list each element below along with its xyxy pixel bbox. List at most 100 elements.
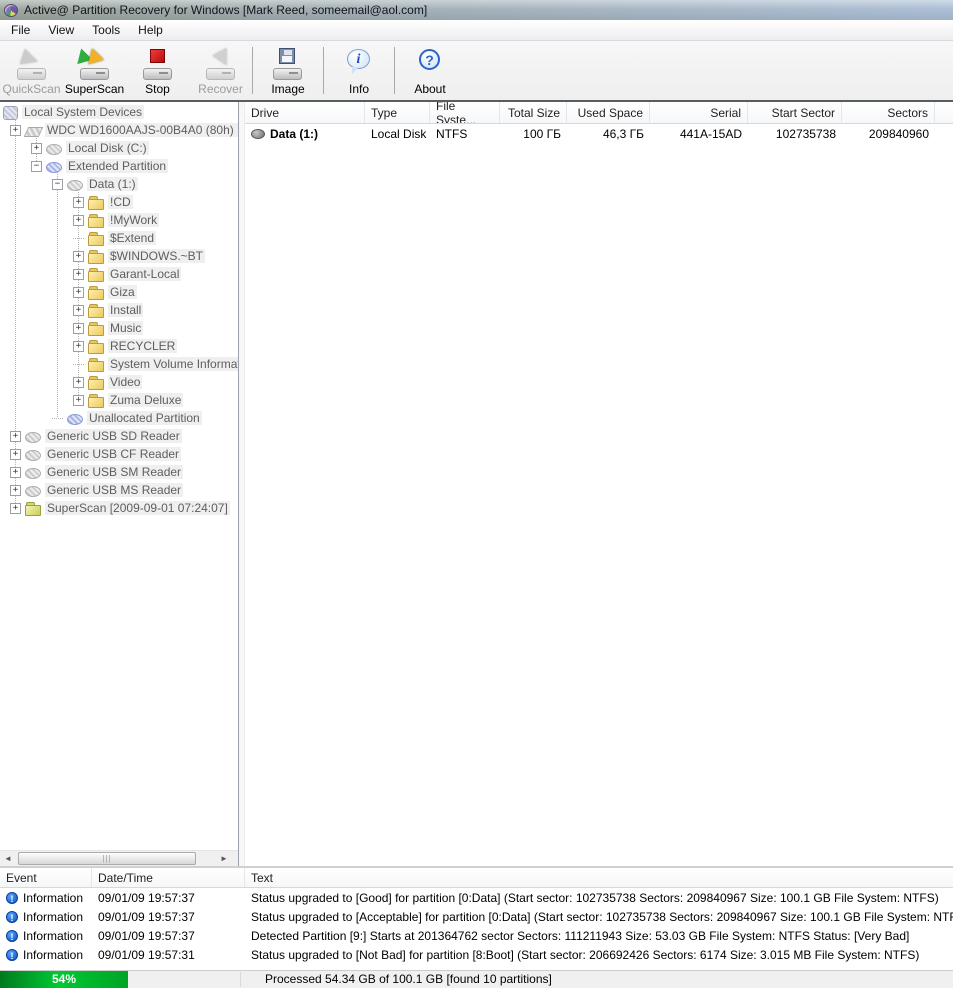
image-button-label: Image [271,82,304,96]
expand-plus-icon[interactable]: + [73,305,84,316]
expand-plus-icon[interactable]: + [10,125,21,136]
collapse-minus-icon[interactable]: − [52,179,63,190]
tree-item-cd[interactable]: +!CD [0,193,238,211]
tree-item-install[interactable]: +Install [0,301,238,319]
app-icon[interactable] [4,4,18,17]
column-header-drive[interactable]: Drive [245,102,365,123]
expand-plus-icon[interactable]: + [73,197,84,208]
image-button[interactable]: Image [253,41,323,100]
tree-connector [73,364,84,365]
event-row[interactable]: !Information09/01/09 19:57:31Status upgr… [0,945,953,964]
event-cell-event: ! Information [0,910,92,924]
collapse-minus-icon[interactable]: − [31,161,42,172]
drive-icon [251,129,265,139]
column-header-total[interactable]: Total Size [500,102,567,123]
menu-item-view[interactable]: View [39,20,83,40]
column-header-serial[interactable]: Serial [650,102,748,123]
hdd-icon [25,123,41,138]
tree-item-label: Generic USB MS Reader [45,483,183,497]
expand-plus-icon[interactable]: + [73,215,84,226]
event-type-label: Information [23,910,83,924]
event-cell-event: !Information [0,929,92,943]
scroll-right-arrow-icon[interactable]: ► [216,852,232,866]
expand-plus-icon[interactable]: + [73,323,84,334]
tree-item-extend[interactable]: $Extend [0,229,238,247]
tree-item-extended-partition[interactable]: −Extended Partition [0,157,238,175]
tree-item-local-disk-c[interactable]: + Local Disk (C:) [0,139,238,157]
event-log-panel: EventDate/TimeText !Information09/01/09 … [0,866,953,970]
menu-item-tools[interactable]: Tools [83,20,129,40]
tree-item-music[interactable]: +Music [0,319,238,337]
tree-item-system-volume-informatio[interactable]: System Volume Informatio [0,355,238,373]
expand-plus-icon[interactable]: + [10,467,21,478]
folder-scan-icon [25,501,41,516]
event-column-header-text[interactable]: Text [245,868,953,887]
drive-cell-used: 46,3 ГБ [567,127,650,141]
event-row[interactable]: !Information09/01/09 19:57:37Status upgr… [0,888,953,907]
about-button[interactable]: ?About [395,41,465,100]
expand-plus-icon[interactable]: + [73,377,84,388]
scroll-left-arrow-icon[interactable]: ◄ [0,852,16,866]
expand-plus-icon[interactable]: + [73,269,84,280]
event-column-header-event[interactable]: Event [0,868,92,887]
about-button-label: About [414,82,445,96]
information-icon: ! [6,911,18,923]
event-cell-event: !Information [0,891,92,905]
tree-item-unallocated-partition[interactable]: Unallocated Partition [0,409,238,427]
expand-plus-icon[interactable]: + [73,251,84,262]
tree-item-generic-usb-cf-reader[interactable]: +Generic USB CF Reader [0,445,238,463]
tree-item-generic-usb-sd-reader[interactable]: +Generic USB SD Reader [0,427,238,445]
tree-item-recycler[interactable]: + RECYCLER [0,337,238,355]
expand-plus-icon[interactable]: + [73,395,84,406]
expand-plus-icon[interactable]: + [10,485,21,496]
tree-item-windows-bt[interactable]: +$WINDOWS.~BT [0,247,238,265]
expand-plus-icon[interactable]: + [10,503,21,514]
event-cell-datetime: 09/01/09 19:57:37 [92,910,245,924]
tree-item-generic-usb-ms-reader[interactable]: + Generic USB MS Reader [0,481,238,499]
folder-icon [88,195,104,210]
scrollbar-thumb[interactable]: ||| [18,852,196,865]
event-row[interactable]: ! Information 09/01/09 19:57:37Status upgr… [0,907,953,926]
tree-item-label: RECYCLER [108,339,177,353]
tree-item-label: Local Disk (C:) [66,141,149,155]
tree-item-local-system-devices[interactable]: Local System Devices [0,103,238,121]
tree-item-zuma-deluxe[interactable]: +Zuma Deluxe [0,391,238,409]
expand-plus-icon[interactable]: + [31,143,42,154]
column-header-start[interactable]: Start Sector [748,102,842,123]
menu-item-help[interactable]: Help [129,20,172,40]
expand-plus-icon[interactable]: + [10,449,21,460]
quickscan-button-label: QuickScan [2,82,60,96]
tree-item-giza[interactable]: + Giza [0,283,238,301]
column-header-fs[interactable]: File Syste... [430,102,500,123]
expand-plus-icon[interactable]: + [73,341,84,352]
information-icon: ! [6,892,18,904]
info-button[interactable]: iInfo [324,41,394,100]
folder-icon [88,375,104,390]
column-header-used[interactable]: Used Space [567,102,650,123]
expand-plus-icon[interactable]: + [10,431,21,442]
drive-list-rows: Data (1:)Local DiskNTFS100 ГБ46,3 ГБ441A… [245,124,953,144]
image-icon [271,48,305,80]
superscan-button-label: SuperScan [65,82,124,96]
drive-row[interactable]: Data (1:)Local DiskNTFS100 ГБ46,3 ГБ441A… [245,124,953,144]
column-header-sectors[interactable]: Sectors [842,102,935,123]
tree-item-video[interactable]: +Video [0,373,238,391]
tree-item-generic-usb-sm-reader[interactable]: +Generic USB SM Reader [0,463,238,481]
column-header-type[interactable]: Type [365,102,430,123]
stop-button[interactable]: Stop [126,41,189,100]
tree-item-label: Giza [108,285,137,299]
event-cell-text: Status upgraded to [Acceptable] for part… [245,910,953,924]
tree-item-data-1[interactable]: −Data (1:) [0,175,238,193]
tree-item-label: SuperScan [2009-09-01 07:24:07] [45,501,230,515]
device-tree-panel: Local System Devices+WDC WD1600AAJS-00B4… [0,102,239,866]
tree-item-mywork[interactable]: +!MyWork [0,211,238,229]
tree-item-superscan-2009-09-01-07-24-07[interactable]: + SuperScan [2009-09-01 07:24:07] [0,499,238,517]
tree-horizontal-scrollbar[interactable]: ◄ ||| ► [0,850,238,866]
tree-item-wdc-wd1600aajs-00b4a0-80h-149[interactable]: +WDC WD1600AAJS-00B4A0 (80h) 149 [0,121,238,139]
menu-item-file[interactable]: File [2,20,39,40]
tree-item-garant-local[interactable]: +Garant-Local [0,265,238,283]
event-row[interactable]: !Information09/01/09 19:57:37Detected Pa… [0,926,953,945]
event-column-header-datetime[interactable]: Date/Time [92,868,245,887]
superscan-button[interactable]: SuperScan [63,41,126,100]
expand-plus-icon[interactable]: + [73,287,84,298]
